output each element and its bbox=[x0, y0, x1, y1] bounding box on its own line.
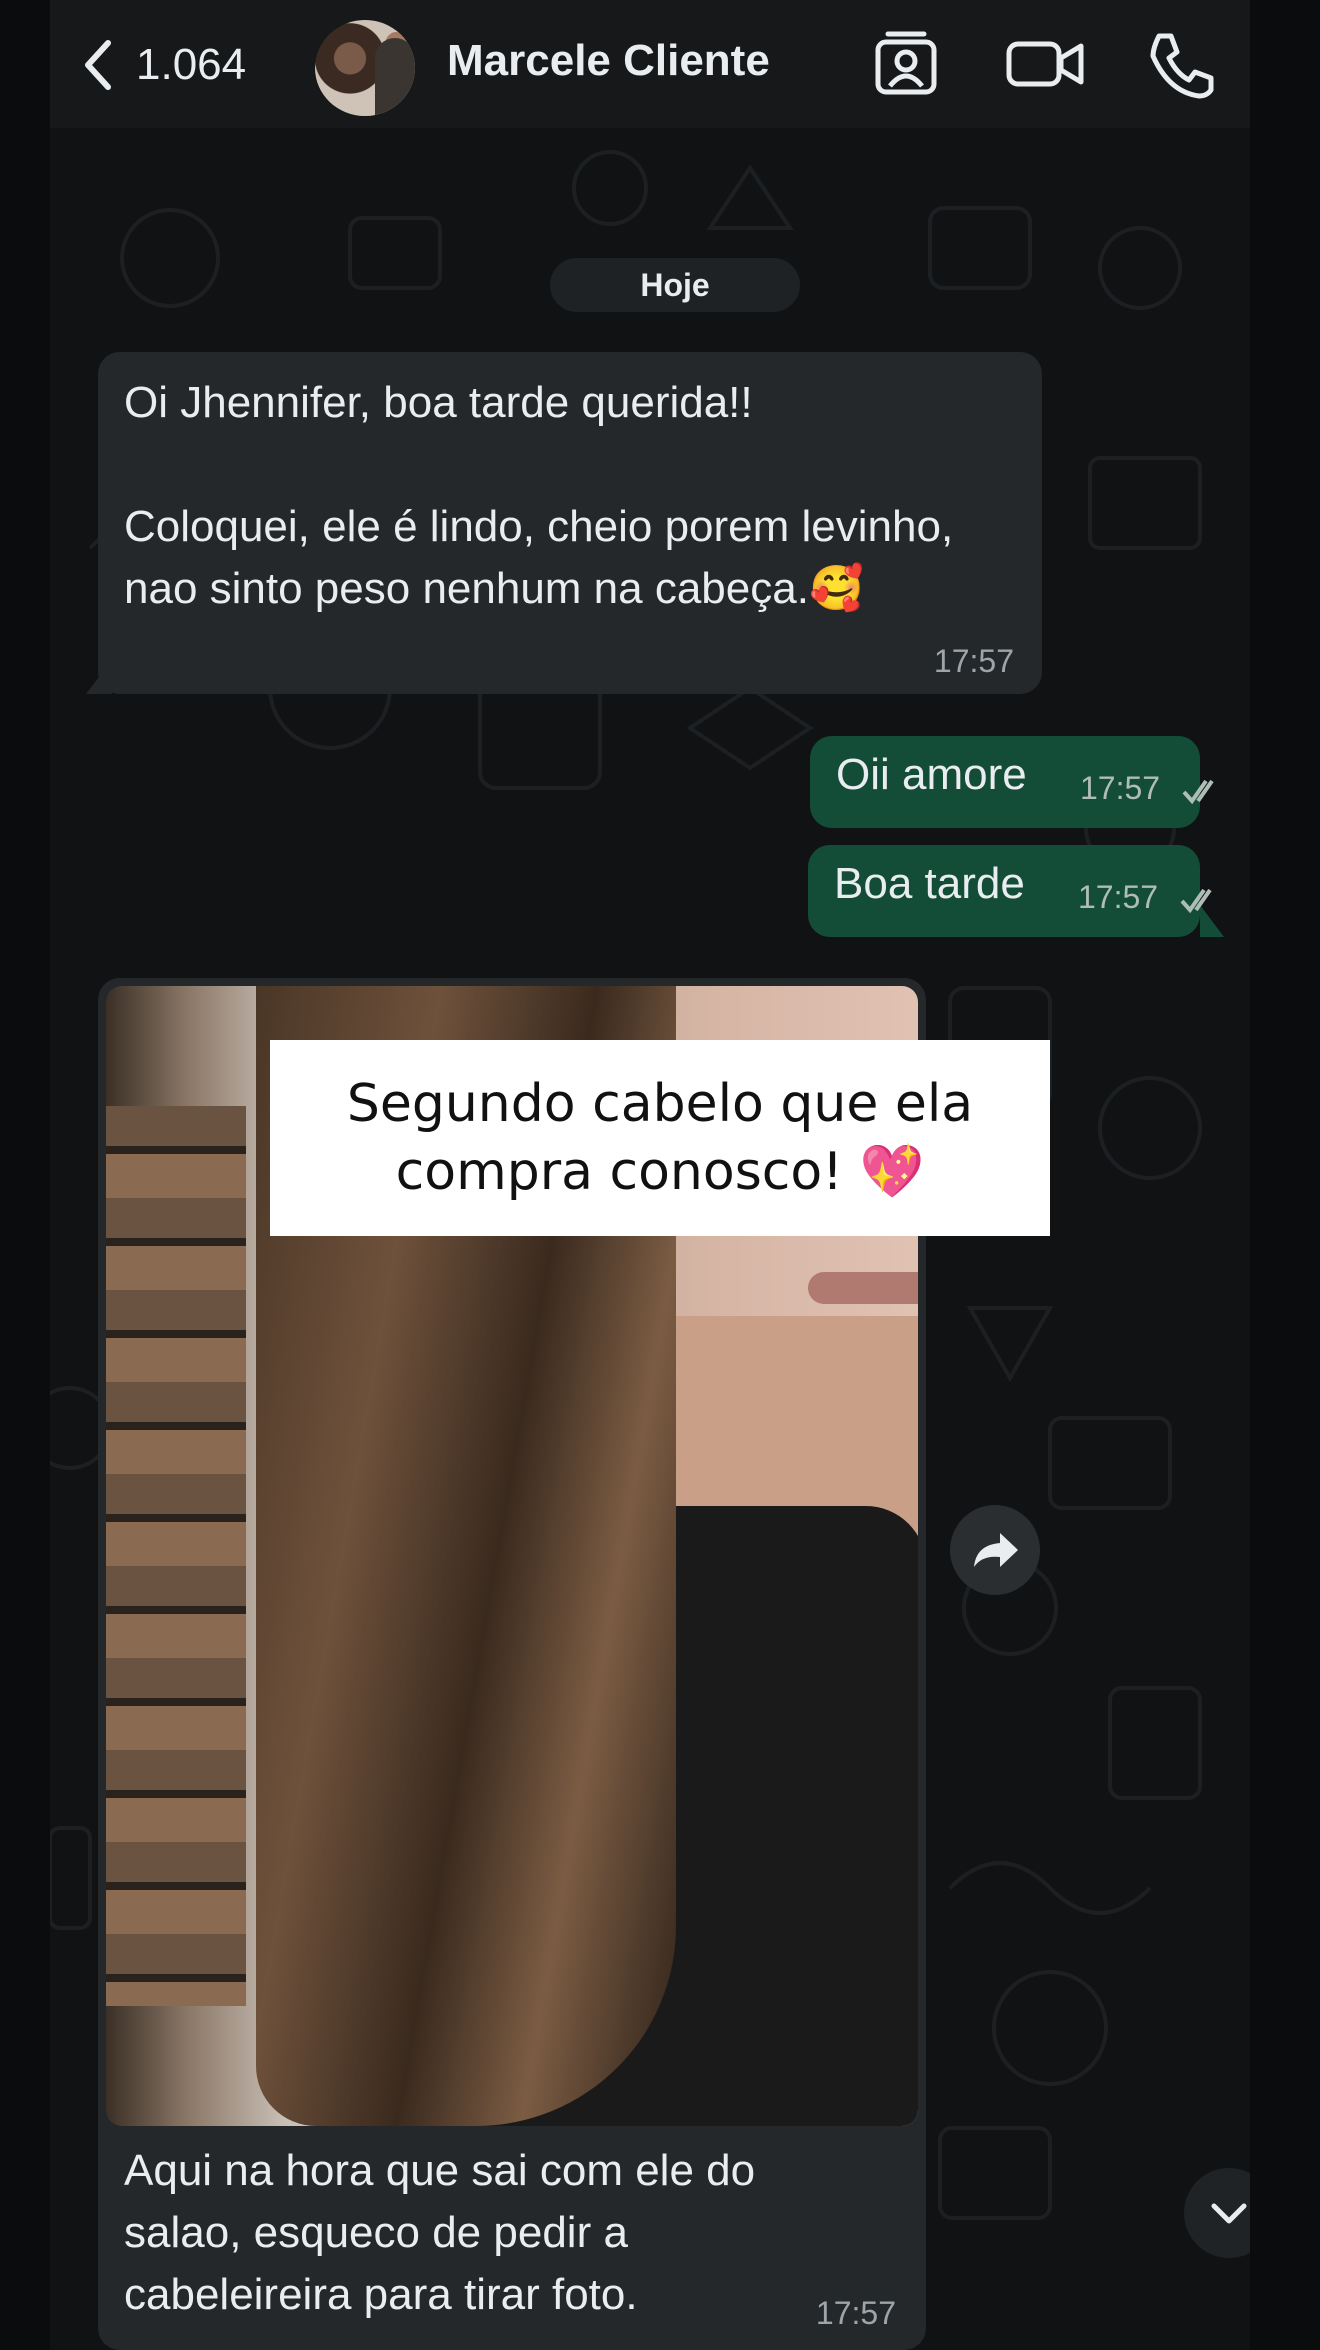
contact-name[interactable]: Marcele Cliente bbox=[447, 36, 770, 86]
overlay-caption: Segundo cabelo que ela compra conosco! 💖 bbox=[270, 1040, 1050, 1236]
date-separator: Hoje bbox=[550, 258, 800, 312]
chat-screen: 1.064 Marcele Cliente Hoje Oi Jhennifer,… bbox=[50, 0, 1250, 2350]
message-time: 17:57 bbox=[1078, 879, 1159, 915]
message-time: 17:57 bbox=[815, 2295, 896, 2331]
outgoing-message[interactable]: Oii amore 17:57 bbox=[810, 736, 1214, 828]
outgoing-message[interactable]: Boa tarde 17:57 bbox=[808, 845, 1212, 937]
message-text: Aqui na hora que sai com ele do salao, e… bbox=[124, 2146, 756, 2319]
chat-header: 1.064 Marcele Cliente bbox=[50, 0, 1250, 128]
voice-call-button[interactable] bbox=[1145, 28, 1217, 100]
back-button[interactable]: 1.064 bbox=[78, 30, 246, 100]
video-call-icon bbox=[1006, 41, 1084, 87]
contact-card-icon bbox=[875, 31, 937, 95]
incoming-message[interactable]: Oi Jhennifer, boa tarde querida!! Coloqu… bbox=[98, 352, 1042, 694]
caption-line-2: compra conosco! 💖 bbox=[395, 1142, 925, 1202]
read-ticks-icon bbox=[1182, 779, 1214, 804]
video-call-button[interactable] bbox=[1005, 28, 1085, 100]
unread-count: 1.064 bbox=[136, 40, 247, 89]
caption-line-1: Segundo cabelo que ela bbox=[346, 1074, 974, 1134]
back-chevron-icon bbox=[85, 40, 111, 90]
message-time: 17:57 bbox=[933, 643, 1014, 679]
message-text: Oii amore bbox=[836, 750, 1027, 799]
chevron-down-icon bbox=[1211, 2203, 1247, 2224]
forward-button[interactable] bbox=[950, 1505, 1040, 1595]
contact-card-button[interactable] bbox=[870, 28, 942, 100]
avatar[interactable] bbox=[315, 20, 415, 116]
message-time: 17:57 bbox=[1080, 770, 1161, 806]
message-text: Boa tarde bbox=[834, 859, 1025, 908]
phone-call-icon bbox=[1150, 33, 1214, 99]
sparkling-heart-icon: 💖 bbox=[859, 1142, 925, 1202]
forward-arrow-icon bbox=[974, 1533, 1018, 1567]
read-ticks-icon bbox=[1180, 888, 1212, 913]
message-text: Oi Jhennifer, boa tarde querida!! Coloqu… bbox=[124, 378, 954, 613]
scroll-to-bottom-button[interactable] bbox=[1184, 2168, 1250, 2258]
